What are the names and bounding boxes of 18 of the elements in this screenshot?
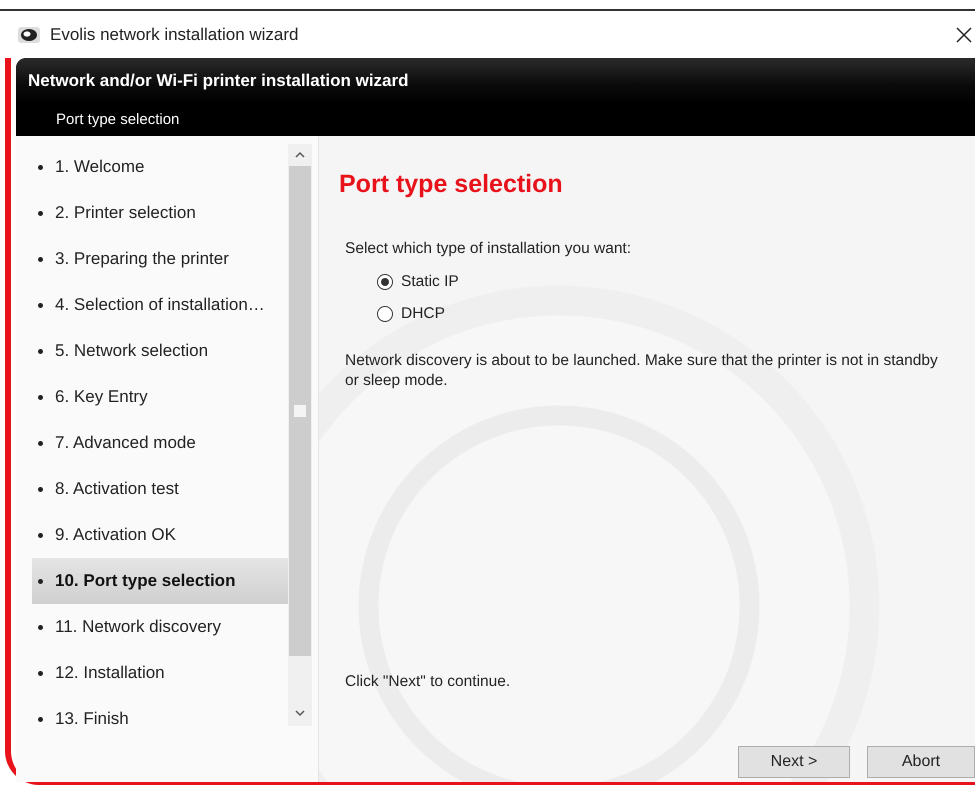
scroll-down-icon[interactable]	[294, 708, 306, 718]
app-logo-icon	[18, 26, 40, 42]
continue-hint: Click "Next" to continue.	[345, 672, 512, 692]
notice-text: Network discovery is about to be launched. Make sure that the printer is not in standby or sleep mode.	[345, 351, 939, 391]
radio-label[interactable]: Static IP	[401, 273, 459, 291]
close-icon[interactable]	[956, 26, 972, 42]
scrollbar-thumb[interactable]	[289, 166, 311, 656]
radio-button[interactable]	[377, 274, 393, 290]
next-button[interactable]: Next >	[738, 746, 850, 778]
instruction-text: Select which type of installation you want:	[345, 239, 632, 259]
radio-label[interactable]: DHCP	[401, 305, 445, 323]
abort-button[interactable]: Abort	[867, 746, 975, 778]
page-heading: Port type selection	[339, 170, 564, 199]
radio-button[interactable]	[377, 306, 393, 322]
scroll-up-icon[interactable]	[294, 150, 306, 160]
window-title: Evolis network installation wizard	[50, 24, 300, 44]
wizard-subtitle: Port type selection	[55, 110, 180, 130]
scrollbar[interactable]	[288, 144, 312, 726]
